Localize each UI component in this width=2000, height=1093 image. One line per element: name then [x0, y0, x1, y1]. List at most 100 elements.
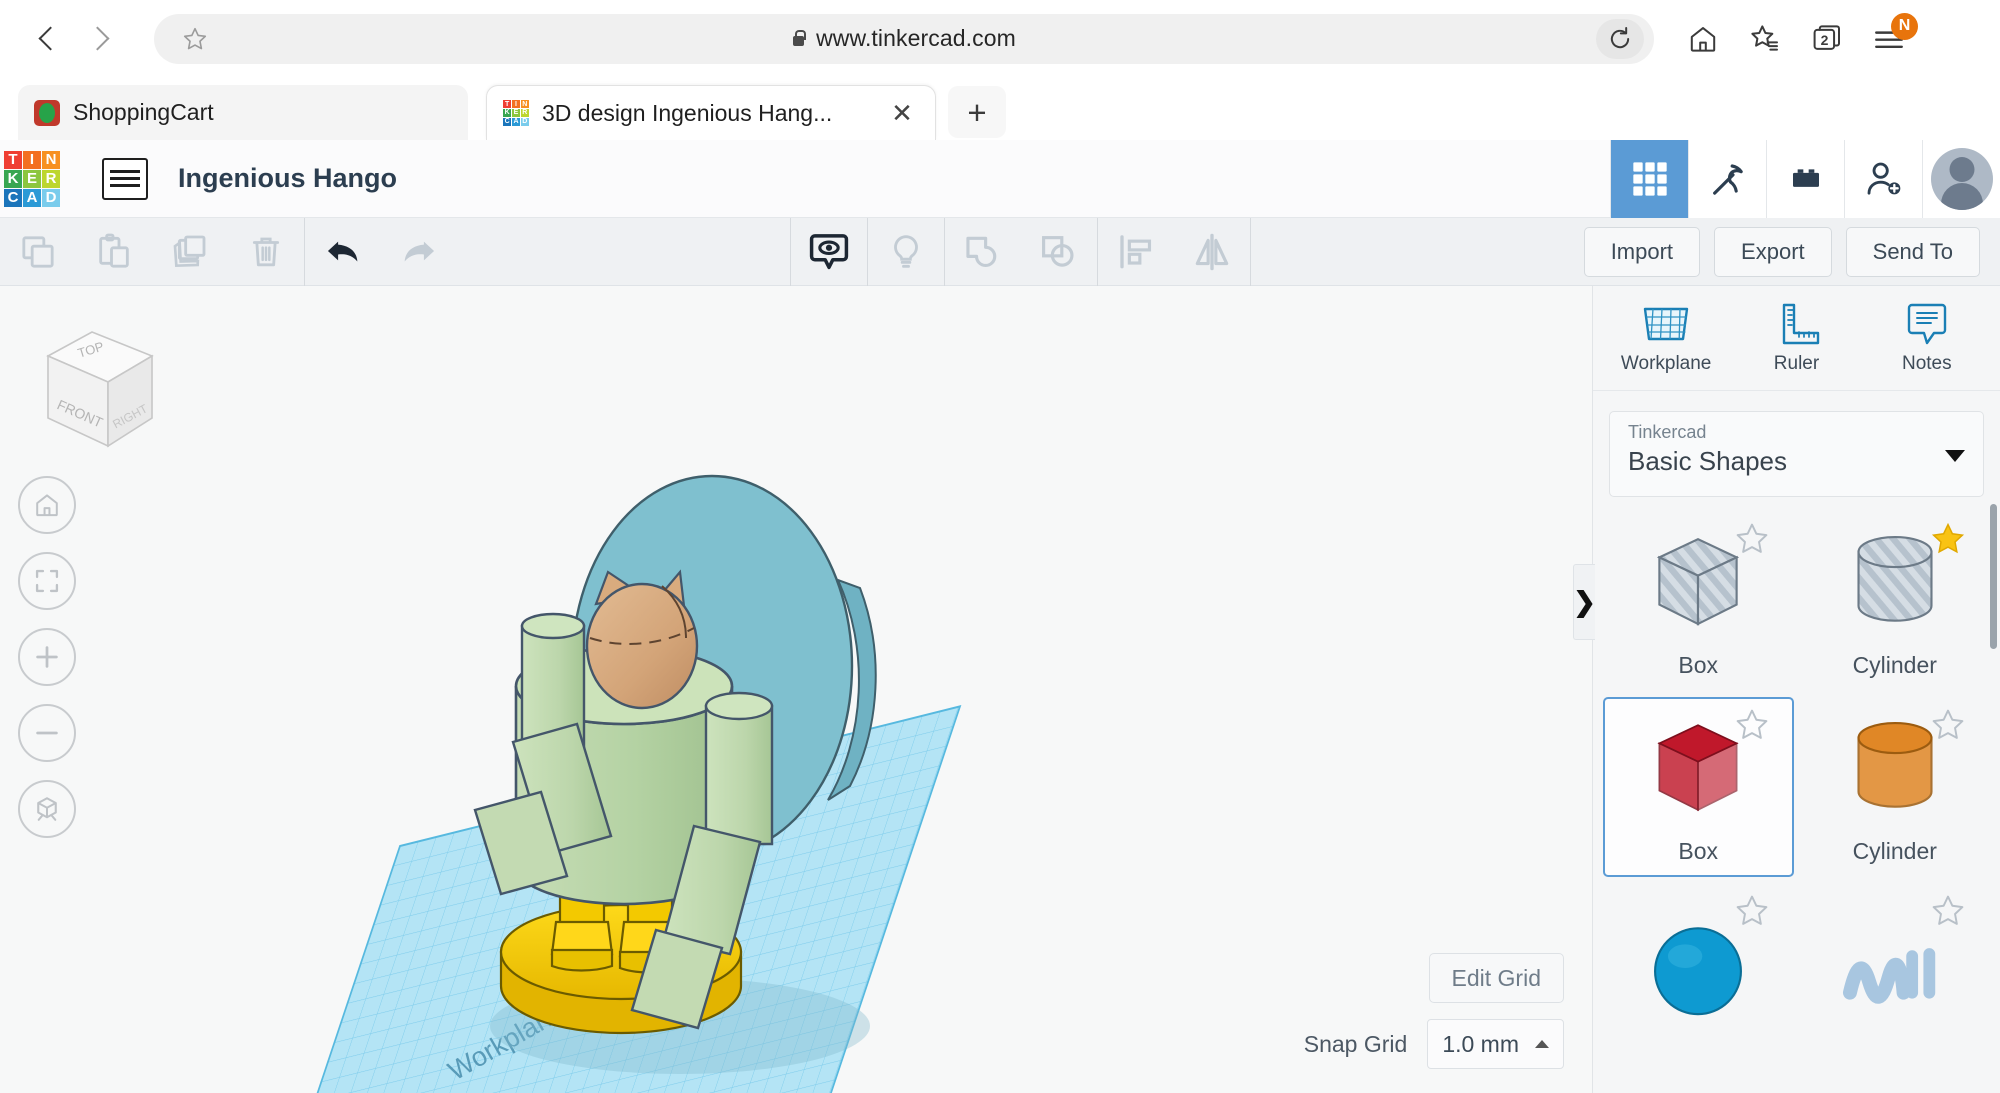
copy-button[interactable] — [0, 218, 76, 286]
light-button[interactable] — [868, 218, 944, 286]
tab-close-button[interactable]: ✕ — [885, 96, 919, 130]
invite-people-button[interactable] — [1844, 140, 1922, 218]
shape-item[interactable] — [1800, 883, 1991, 1063]
designs-list-button[interactable] — [102, 158, 148, 200]
shape-item[interactable] — [1603, 883, 1794, 1063]
workplane-tool-label: Workplane — [1621, 353, 1711, 375]
collapse-panel-button[interactable]: ❯ — [1573, 564, 1595, 640]
logo-tile-e: E — [512, 109, 520, 117]
logo-tile-r: R — [521, 109, 529, 117]
star-outline-icon[interactable] — [1930, 707, 1966, 748]
zoom-out-icon — [32, 718, 62, 748]
redo-icon — [398, 231, 440, 273]
shape-item-cylinder[interactable]: Cylinder — [1800, 697, 1991, 877]
shape-head[interactable] — [587, 572, 697, 708]
group-button[interactable] — [945, 218, 1021, 286]
star-outline-icon[interactable] — [1734, 707, 1770, 748]
minecraft-button[interactable] — [1688, 140, 1766, 218]
shape-item-cylinder[interactable]: Cylinder — [1800, 511, 1991, 691]
tinkercad-favicon: TINKERCAD — [503, 100, 529, 126]
browser-tab-tinkercad[interactable]: TINKERCAD 3D design Ingenious Hang... ✕ — [486, 85, 936, 140]
home-view-icon — [33, 491, 61, 519]
light-bulb-icon — [886, 232, 926, 272]
paste-button[interactable] — [76, 218, 152, 286]
zoom-in-button[interactable] — [18, 628, 76, 686]
header-tools — [1610, 140, 2000, 218]
account-button[interactable] — [1922, 140, 2000, 218]
notes-tool[interactable]: Notes — [1867, 301, 1987, 375]
shape-label: Cylinder — [1853, 652, 1937, 679]
star-filled-icon[interactable] — [1930, 521, 1966, 562]
view-cube[interactable]: TOP FRONT RIGHT — [30, 316, 170, 456]
duplicate-button[interactable] — [152, 218, 228, 286]
browser-tab-shoppingcart[interactable]: ShoppingCart — [18, 85, 468, 140]
home-view-button[interactable] — [18, 476, 76, 534]
address-bar[interactable]: www.tinkercad.com — [154, 14, 1654, 64]
ungroup-button[interactable] — [1021, 218, 1097, 286]
import-button[interactable]: Import — [1584, 227, 1700, 277]
logo-tile-n: N — [521, 100, 529, 108]
shape-item-box[interactable]: Box — [1603, 697, 1794, 877]
perspective-toggle-button[interactable] — [18, 780, 76, 838]
fit-to-view-button[interactable] — [18, 552, 76, 610]
edit-grid-button[interactable]: Edit Grid — [1429, 953, 1564, 1003]
home-button[interactable] — [1676, 12, 1730, 66]
snap-grid-select[interactable]: 1.0 mm — [1427, 1019, 1564, 1069]
paste-icon — [94, 232, 134, 272]
browser-menu-button[interactable]: N — [1862, 12, 1916, 66]
redo-button[interactable] — [381, 218, 457, 286]
undo-button[interactable] — [305, 218, 381, 286]
lego-brick-icon — [1786, 159, 1826, 199]
3d-viewport[interactable]: Workplane — [0, 286, 1592, 1093]
tinkercad-logo[interactable]: TINKERCAD — [4, 151, 60, 207]
edit-toolbar: Import Export Send To — [0, 218, 2000, 286]
tab-strip: ShoppingCart TINKERCAD 3D design Ingenio… — [0, 77, 2000, 140]
snap-grid-label: Snap Grid — [1304, 1031, 1408, 1058]
toolbar-mid-tools — [790, 218, 1251, 286]
send-to-button[interactable]: Send To — [1846, 227, 1980, 277]
shape-item-box[interactable]: Box — [1603, 511, 1794, 691]
delete-button[interactable] — [228, 218, 304, 286]
tinkercad-header: TINKERCAD Ingenious Hango — [0, 140, 2000, 218]
show-hide-button[interactable] — [791, 218, 867, 286]
mirror-button[interactable] — [1174, 218, 1250, 286]
snap-grid-value: 1.0 mm — [1442, 1031, 1519, 1058]
star-outline-icon[interactable] — [1734, 521, 1770, 562]
export-button[interactable]: Export — [1714, 227, 1832, 277]
shape-label: Box — [1678, 838, 1718, 865]
star-outline-icon[interactable] — [1930, 893, 1966, 934]
ruler-tool[interactable]: Ruler — [1736, 301, 1856, 375]
shape-library-select[interactable]: Tinkercad Basic Shapes — [1609, 411, 1984, 497]
panel-tools: Workplane Ruler Notes — [1593, 286, 2000, 391]
tab-list-button[interactable]: 2 — [1800, 12, 1854, 66]
avatar — [1931, 148, 1993, 210]
zoom-out-button[interactable] — [18, 704, 76, 762]
page-title: Ingenious Hango — [178, 163, 397, 194]
collections-button[interactable] — [1738, 12, 1792, 66]
align-button[interactable] — [1098, 218, 1174, 286]
url-text: www.tinkercad.com — [816, 25, 1016, 52]
new-tab-button[interactable]: + — [948, 86, 1006, 138]
tab-title: 3D design Ingenious Hang... — [542, 100, 872, 127]
favorite-star-icon[interactable] — [182, 26, 208, 52]
browser-actions: 2 N — [1676, 12, 1916, 66]
notes-tool-label: Notes — [1902, 353, 1952, 375]
workplane-tool[interactable]: Workplane — [1606, 301, 1726, 375]
forward-button[interactable] — [74, 13, 126, 65]
invite-person-icon — [1864, 159, 1904, 199]
blocks-3d-button[interactable] — [1610, 140, 1688, 218]
reload-icon — [1606, 25, 1634, 53]
bricks-button[interactable] — [1766, 140, 1844, 218]
reload-button[interactable] — [1596, 19, 1644, 59]
chevron-left-icon — [38, 26, 62, 50]
copy-icon — [18, 232, 58, 272]
fit-to-view-icon — [33, 567, 61, 595]
chevron-down-icon — [1945, 450, 1965, 462]
grid-controls: Edit Grid Snap Grid 1.0 mm — [1304, 953, 1564, 1069]
back-button[interactable] — [22, 13, 74, 65]
home-icon — [1687, 23, 1719, 55]
show-hide-icon — [807, 230, 851, 274]
shape-list-scrollbar[interactable] — [1990, 504, 1997, 649]
star-outline-icon[interactable] — [1734, 893, 1770, 934]
logo-tile-a: A — [23, 189, 41, 207]
